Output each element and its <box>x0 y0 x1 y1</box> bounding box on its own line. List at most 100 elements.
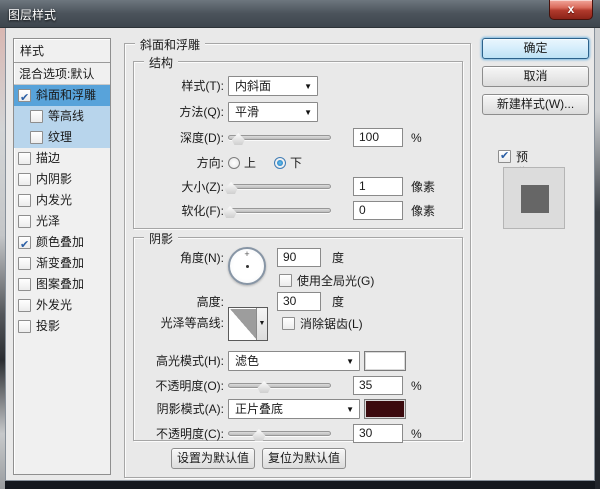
effect-checkbox[interactable] <box>30 110 43 123</box>
highlight-opacity-unit: % <box>411 379 422 393</box>
angle-marker-icon: + <box>244 249 250 259</box>
sidebar-item-label: 内阴影 <box>36 172 73 186</box>
direction-up-radio[interactable] <box>228 157 240 169</box>
bevel-style-select[interactable]: 内斜面 ▼ <box>228 76 318 96</box>
sidebar-item[interactable]: 斜面和浮雕 <box>14 85 110 109</box>
slider-track <box>228 383 331 388</box>
angle-row: 角度(N): 90 度 <box>134 248 462 268</box>
sidebar-item[interactable]: 描边 <box>14 148 110 169</box>
sidebar-item[interactable]: 纹理 <box>14 127 110 148</box>
bevel-style-value: 内斜面 <box>235 79 272 93</box>
window-title: 图层样式 <box>8 8 57 22</box>
highlight-mode-row: 高光模式(H): 滤色 ▼ <box>134 351 462 371</box>
sidebar-item-label: 图案叠加 <box>36 277 85 291</box>
sidebar-item-label: 颜色叠加 <box>36 235 85 249</box>
highlight-opacity-input[interactable]: 35 <box>353 376 403 395</box>
dialog-body: 样式 混合选项:默认 斜面和浮雕 等高线 纹理 <box>5 28 595 481</box>
size-row: 大小(Z): 1 像素 <box>134 177 462 197</box>
preview-checkbox[interactable] <box>498 149 511 163</box>
ok-button[interactable]: 确定 <box>482 38 589 59</box>
sidebar-item-label: 纹理 <box>48 130 73 144</box>
sidebar-item[interactable]: 光泽 <box>14 211 110 232</box>
effect-checkbox[interactable] <box>18 299 31 312</box>
preview-thumbnail <box>503 167 565 229</box>
size-slider[interactable] <box>224 181 331 195</box>
global-light-checkbox[interactable] <box>279 274 292 287</box>
dial-center-dot <box>246 265 249 268</box>
highlight-mode-value: 滤色 <box>235 354 260 368</box>
shadow-mode-label: 阴影模式(A): <box>156 402 224 416</box>
effect-checkbox[interactable] <box>18 278 31 291</box>
sidebar-item-label: 投影 <box>36 319 61 333</box>
title-bar[interactable]: 图层样式 x <box>0 0 600 28</box>
sidebar-item[interactable]: 等高线 <box>14 106 110 127</box>
layer-style-dialog: 图层样式 x 样式 混合选项:默认 斜面和浮雕 等高线 <box>0 0 600 489</box>
sidebar-item-label: 渐变叠加 <box>36 256 85 270</box>
sidebar-item[interactable]: 颜色叠加 <box>14 232 110 256</box>
angle-label: 角度(N): <box>180 251 224 265</box>
effect-checkbox[interactable] <box>18 235 31 256</box>
highlight-mode-select[interactable]: 滤色 ▼ <box>228 351 360 371</box>
sidebar-item[interactable]: 渐变叠加 <box>14 253 110 274</box>
shading-group: 阴影 角度(N): 90 度 + 使用全局光(G) 高度: 30 度 光泽等高线… <box>133 230 463 443</box>
angle-input[interactable]: 90 <box>277 248 321 267</box>
sidebar-item[interactable]: 内发光 <box>14 190 110 211</box>
soften-slider[interactable] <box>223 205 331 219</box>
shadow-mode-value: 正片叠底 <box>235 402 284 416</box>
panel-title: 斜面和浮雕 <box>135 36 206 53</box>
sidebar-item-label: 内发光 <box>36 193 73 207</box>
anti-alias-checkbox[interactable] <box>282 317 295 330</box>
depth-slider[interactable] <box>228 132 331 146</box>
size-unit: 像素 <box>411 180 436 194</box>
effect-checkbox[interactable] <box>18 215 31 228</box>
structure-group: 结构 样式(T): 内斜面 ▼ 方法(Q): 平滑 ▼ 深度(D): 100 %… <box>133 54 463 229</box>
close-button[interactable]: x <box>549 0 593 20</box>
global-light-label: 使用全局光(G) <box>297 274 375 288</box>
effect-checkbox[interactable] <box>18 257 31 270</box>
styles-sidebar: 样式 混合选项:默认 斜面和浮雕 等高线 纹理 <box>13 38 111 475</box>
sidebar-item[interactable]: 外发光 <box>14 295 110 316</box>
new-style-button[interactable]: 新建样式(W)... <box>482 94 589 115</box>
size-input[interactable]: 1 <box>353 177 403 196</box>
technique-select[interactable]: 平滑 ▼ <box>228 102 318 122</box>
shadow-opacity-slider[interactable] <box>228 428 331 442</box>
cancel-button[interactable]: 取消 <box>482 66 589 87</box>
sidebar-item-label: 光泽 <box>36 214 61 228</box>
effect-checkbox[interactable] <box>30 131 43 144</box>
effect-checkbox[interactable] <box>18 152 31 165</box>
chevron-down-icon: ▼ <box>304 82 312 91</box>
angle-unit: 度 <box>332 251 345 265</box>
highlight-opacity-label: 不透明度(O): <box>155 379 224 393</box>
effect-checkbox[interactable] <box>18 173 31 186</box>
direction-down-radio[interactable] <box>274 157 286 169</box>
technique-label: 方法(Q): <box>179 105 224 119</box>
depth-input[interactable]: 100 <box>353 128 403 147</box>
shading-title: 阴影 <box>144 230 179 247</box>
soften-input[interactable]: 0 <box>353 201 403 220</box>
highlight-color-swatch[interactable] <box>364 351 406 371</box>
sidebar-item[interactable]: 投影 <box>14 316 110 337</box>
shadow-color-swatch[interactable] <box>364 399 406 419</box>
sidebar-item[interactable]: 内阴影 <box>14 169 110 190</box>
sidebar-item-label: 等高线 <box>48 109 85 123</box>
soften-label: 软化(F): <box>181 204 224 218</box>
reset-default-button[interactable]: 复位为默认值 <box>262 448 346 469</box>
sidebar-item-blending-options[interactable]: 混合选项:默认 <box>14 63 110 85</box>
shadow-opacity-input[interactable]: 30 <box>353 424 403 443</box>
sidebar-header: 样式 <box>14 39 110 63</box>
shadow-mode-select[interactable]: 正片叠底 ▼ <box>228 399 360 419</box>
shadow-opacity-label: 不透明度(C): <box>156 427 224 441</box>
effect-checkbox[interactable] <box>18 194 31 207</box>
effect-checkbox[interactable] <box>18 88 31 109</box>
set-default-button[interactable]: 设置为默认值 <box>171 448 255 469</box>
depth-unit: % <box>411 131 422 145</box>
altitude-input[interactable]: 30 <box>277 292 321 311</box>
sidebar-item[interactable]: 图案叠加 <box>14 274 110 295</box>
highlight-mode-label: 高光模式(H): <box>156 354 224 368</box>
highlight-opacity-slider[interactable] <box>228 380 331 394</box>
preview-swatch <box>521 185 549 213</box>
soften-unit: 像素 <box>411 204 436 218</box>
effect-checkbox[interactable] <box>18 320 31 333</box>
altitude-row: 高度: 30 度 <box>134 292 462 312</box>
highlight-opacity-row: 不透明度(O): 35 % <box>134 376 462 396</box>
